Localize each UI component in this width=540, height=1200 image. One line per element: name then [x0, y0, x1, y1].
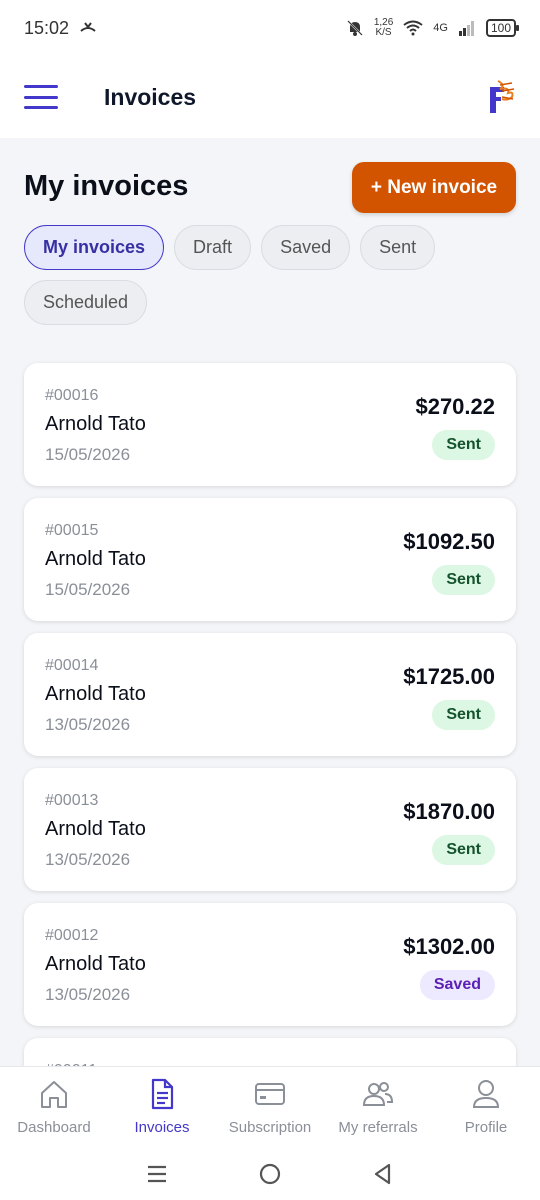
app-bar-title: Invoices: [104, 83, 197, 110]
invoice-client: Arnold Tato: [45, 548, 146, 570]
nav-label: Dashboard: [17, 1119, 91, 1136]
home-icon: [41, 1081, 67, 1108]
invoice-date: 13/05/2026: [45, 715, 131, 734]
nav-label: My referrals: [338, 1119, 418, 1136]
filter-chip-scheduled[interactable]: Scheduled: [24, 280, 148, 325]
nav-label: Invoices: [134, 1119, 190, 1136]
invoice-date: 13/05/2026: [45, 850, 131, 869]
invoice-amount: $1302.00: [403, 934, 495, 959]
credit-card-icon: [255, 1083, 285, 1105]
status-right: 1,26 K/S 4G 100: [346, 18, 520, 38]
invoice-amount: $1725.00: [403, 664, 495, 689]
invoice-client: Arnold Tato: [45, 413, 146, 435]
user-icon: [472, 1080, 500, 1108]
page-title: My invoices: [24, 170, 189, 202]
invoice-date: 15/05/2026: [45, 580, 131, 599]
invoice-card[interactable]: #00016 Arnold Tato 15/05/2026 $270.22 Se…: [24, 363, 516, 486]
invoice-card[interactable]: #00012 Arnold Tato 13/05/2026 $1302.00 S…: [24, 903, 516, 1026]
status-badge: Sent: [432, 430, 495, 460]
nav-item-my-referrals[interactable]: My referrals: [324, 1067, 432, 1148]
invoice-card[interactable]: #00014 Arnold Tato 13/05/2026 $1725.00 S…: [24, 633, 516, 756]
status-badge: Sent: [432, 565, 495, 595]
nav-label: Subscription: [228, 1119, 312, 1136]
signal-icon: [458, 21, 474, 36]
filter-chip-saved[interactable]: Saved: [261, 225, 351, 270]
filter-chip-my-invoices[interactable]: My invoices: [24, 225, 165, 270]
status-left: 15:02: [24, 18, 97, 39]
invoice-date: 15/05/2026: [45, 445, 131, 464]
nav-label: Profile: [464, 1119, 508, 1136]
nav-item-dashboard[interactable]: Dashboard: [0, 1067, 108, 1148]
bell-off-icon: [347, 20, 363, 36]
users-icon: [362, 1082, 394, 1106]
app-logo-icon: [490, 80, 515, 113]
invoice-amount: $270.22: [415, 394, 495, 419]
status-bar: 15:02 1,26 K/S 4G 100: [0, 0, 540, 56]
invoice-client: Arnold Tato: [45, 953, 146, 975]
invoice-amount: $1870.00: [403, 799, 495, 824]
missed-call-icon: [80, 22, 96, 32]
net-speed: 1,26 K/S: [374, 18, 393, 38]
invoice-client: Arnold Tato: [45, 683, 146, 705]
nav-item-profile[interactable]: Profile: [432, 1067, 540, 1148]
invoice-number: #00013: [45, 792, 99, 809]
back-icon[interactable]: [370, 1161, 396, 1187]
new-invoice-button[interactable]: + New invoice: [352, 162, 516, 213]
app-bar: Invoices: [0, 56, 540, 138]
network-type: 4G: [433, 22, 448, 34]
invoice-date: 13/05/2026: [45, 985, 131, 1004]
wifi-icon: [403, 20, 423, 36]
invoice-number: #00015: [45, 522, 99, 539]
invoice-client: Arnold Tato: [45, 818, 146, 840]
bottom-nav: Dashboard Invoices Subscription My refer…: [0, 1066, 540, 1148]
invoice-number: #00016: [45, 387, 99, 404]
status-badge: Sent: [432, 700, 495, 730]
battery-indicator: 100: [485, 19, 520, 37]
nav-item-subscription[interactable]: Subscription: [216, 1067, 324, 1148]
system-nav-bar: [0, 1148, 540, 1200]
status-time: 15:02: [24, 17, 70, 38]
invoice-number: #00012: [45, 927, 99, 944]
filter-chip-draft[interactable]: Draft: [174, 225, 252, 270]
invoice-card[interactable]: #00013 Arnold Tato 13/05/2026 $1870.00 S…: [24, 768, 516, 891]
net-speed-unit: K/S: [375, 27, 392, 38]
document-icon: [151, 1078, 174, 1110]
invoice-card[interactable]: #00015 Arnold Tato 15/05/2026 $1092.50 S…: [24, 498, 516, 621]
filter-chip-sent[interactable]: Sent: [360, 225, 436, 270]
invoice-list: #00016 Arnold Tato 15/05/2026 $270.22 Se…: [24, 363, 516, 1090]
status-badge: Saved: [419, 970, 495, 1000]
status-badge: Sent: [432, 835, 495, 865]
filter-chips: My invoices Draft Saved Sent Scheduled: [24, 225, 524, 325]
recent-apps-icon[interactable]: [144, 1161, 170, 1187]
invoice-number: #00014: [45, 657, 99, 674]
home-button-icon[interactable]: [257, 1161, 283, 1187]
hamburger-menu-icon[interactable]: [24, 85, 58, 109]
invoice-amount: $1092.50: [403, 529, 495, 554]
nav-item-invoices[interactable]: Invoices: [108, 1067, 216, 1148]
